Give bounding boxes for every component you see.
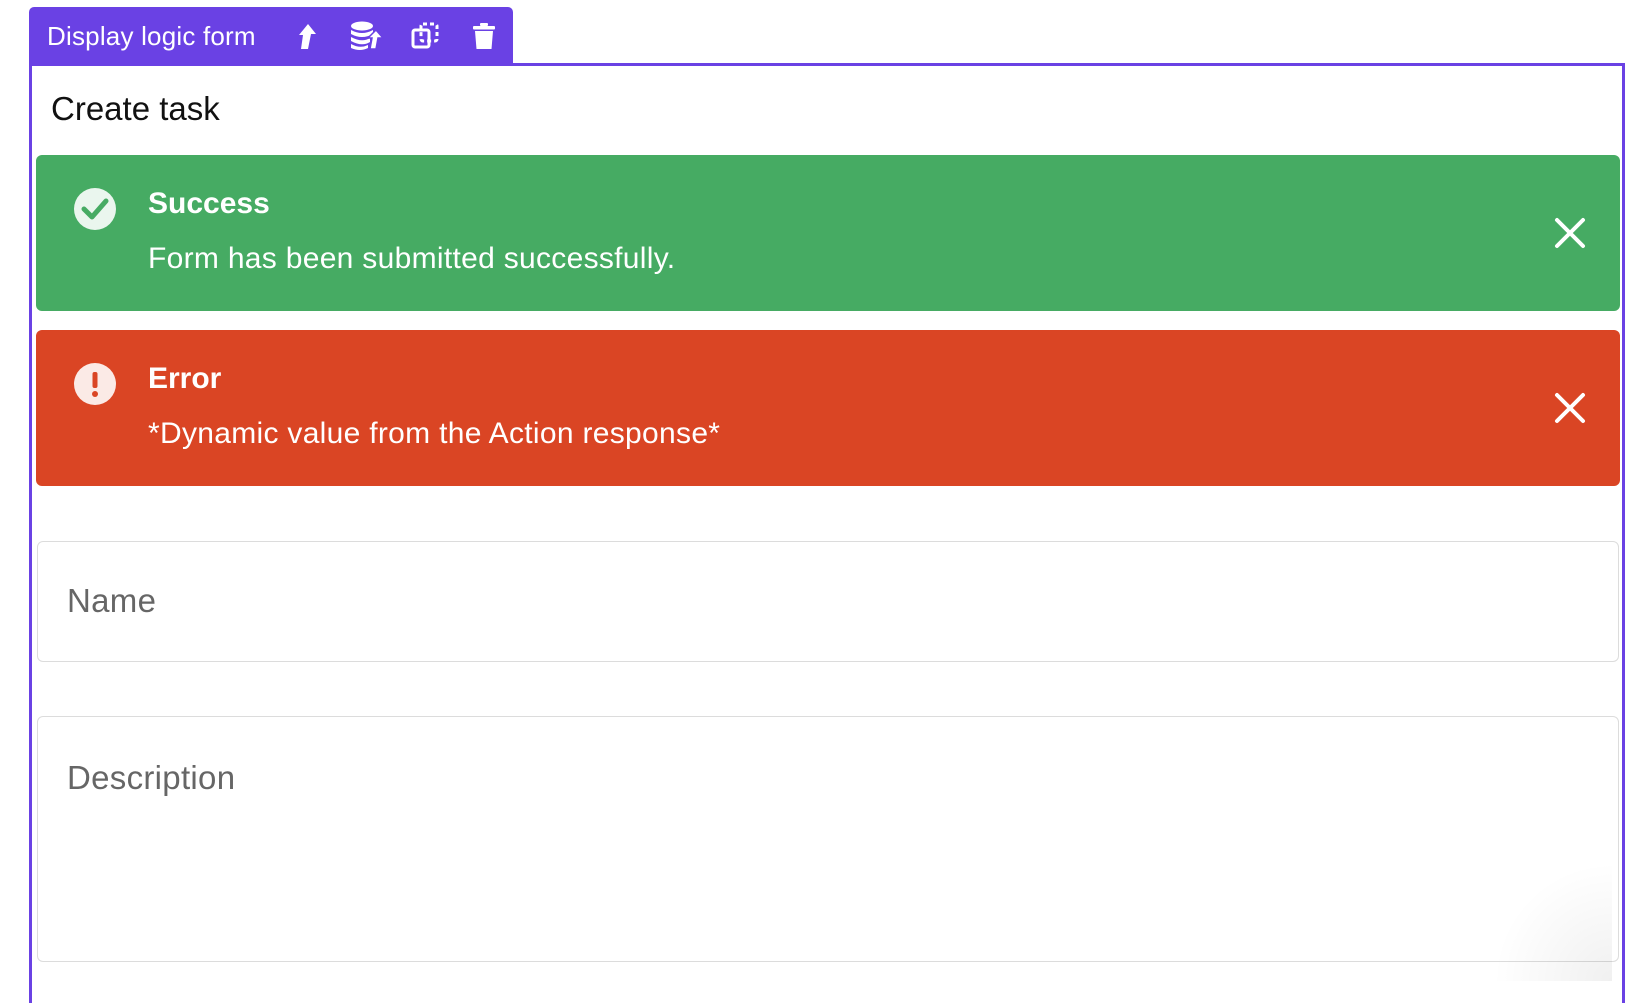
delete-button[interactable] [454, 7, 513, 65]
success-alert: Success Form has been submitted successf… [36, 155, 1620, 311]
exclamation-circle-icon [74, 363, 116, 405]
error-alert: Error *Dynamic value from the Action res… [36, 330, 1620, 486]
duplicate-icon [411, 22, 439, 49]
data-stack-icon [350, 21, 384, 50]
success-alert-heading: Success [148, 187, 270, 220]
move-up-button[interactable] [278, 7, 337, 65]
description-field-label: Description [67, 759, 236, 796]
check-circle-icon [74, 188, 116, 230]
duplicate-button[interactable] [395, 7, 454, 65]
name-field[interactable]: Name [37, 541, 1619, 662]
success-alert-message: Form has been submitted successfully. [148, 242, 676, 275]
error-alert-message: *Dynamic value from the Action response* [148, 417, 721, 450]
move-up-arrow-icon [299, 24, 317, 49]
close-icon[interactable] [1550, 388, 1590, 428]
name-field-label: Name [67, 582, 157, 619]
description-field[interactable]: Description [37, 716, 1619, 981]
form-container: Create task Success Form has been submit… [29, 63, 1625, 1003]
form-title: Create task [51, 90, 220, 127]
component-toolbar: Display logic form [29, 7, 513, 65]
close-icon[interactable] [1550, 213, 1590, 253]
resize-shadow [1492, 861, 1612, 981]
trash-icon [472, 23, 495, 49]
error-alert-heading: Error [148, 362, 222, 395]
data-source-button[interactable] [337, 7, 396, 65]
component-name-label: Display logic form [47, 20, 256, 51]
